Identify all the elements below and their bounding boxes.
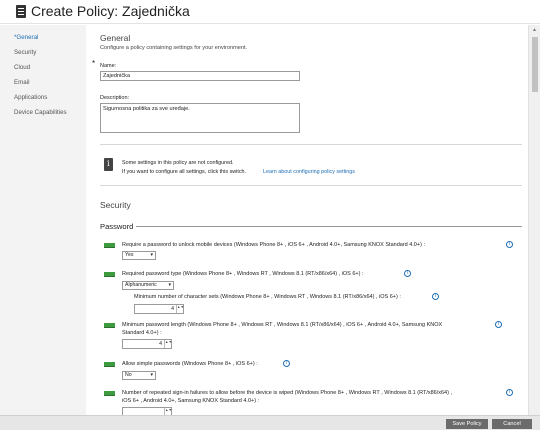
- name-label: Name:: [100, 63, 117, 69]
- chevron-down-icon: ▾: [150, 252, 153, 258]
- divider: [100, 185, 522, 186]
- policy-document-icon: [16, 5, 26, 18]
- title-bar: Create Policy: Zajednička: [0, 0, 540, 24]
- failed-signins-label: Number of repeated sign-in failures to a…: [122, 390, 453, 396]
- password-type-toggle[interactable]: [104, 272, 115, 277]
- help-icon[interactable]: i: [283, 360, 290, 367]
- general-subheading: Configure a policy containing settings f…: [100, 45, 248, 51]
- spin-arrows-icon[interactable]: ▲▼: [164, 340, 172, 348]
- page-title: Create Policy: Zajednička: [31, 3, 190, 19]
- general-heading: General: [100, 33, 131, 43]
- footer: Save Policy Cancel: [0, 415, 540, 430]
- chevron-down-icon: ▾: [168, 282, 171, 288]
- failed-signins-label-cont: iOS 6+ , Android 4.0+, Samsung KNOX Stan…: [122, 398, 260, 404]
- help-icon[interactable]: i: [404, 270, 411, 277]
- description-field[interactable]: Sigurnosna politika za sve uređaje.: [100, 103, 300, 133]
- spin-arrows-icon[interactable]: ▲▼: [164, 408, 172, 415]
- sidebar-item-applications[interactable]: Applications: [14, 94, 47, 101]
- sidebar-item-email[interactable]: Email: [14, 79, 29, 86]
- name-field[interactable]: Zajednička: [100, 71, 300, 81]
- scroll-thumb[interactable]: [532, 37, 538, 92]
- security-heading: Security: [100, 200, 131, 210]
- password-type-label: Required password type (Windows Phone 8+…: [122, 271, 364, 277]
- save-policy-button[interactable]: Save Policy: [446, 419, 488, 429]
- help-icon[interactable]: i: [506, 241, 513, 248]
- required-marker: *: [92, 59, 96, 68]
- simple-passwords-value: No: [125, 372, 132, 378]
- failed-signins-toggle[interactable]: [104, 391, 115, 396]
- sidebar-item-security[interactable]: Security: [14, 49, 36, 56]
- help-icon[interactable]: i: [432, 293, 439, 300]
- divider: [100, 144, 522, 145]
- character-sets-stepper[interactable]: 4 ▲▼: [134, 304, 184, 314]
- password-type-select[interactable]: Alphanumeric ▾: [122, 281, 174, 290]
- notice-line-2: If you want to configure all settings, c…: [122, 169, 247, 175]
- password-divider: [136, 226, 522, 227]
- min-length-label-cont: Standard 4.0+) :: [122, 330, 162, 336]
- require-password-toggle[interactable]: [104, 243, 115, 248]
- cancel-button[interactable]: Cancel: [492, 419, 532, 429]
- help-icon[interactable]: i: [495, 321, 502, 328]
- simple-passwords-toggle[interactable]: [104, 362, 115, 367]
- sidebar-item-general[interactable]: *General: [14, 34, 38, 41]
- scroll-up-icon[interactable]: ▲: [532, 27, 537, 33]
- simple-passwords-select[interactable]: No ▾: [122, 371, 156, 380]
- help-icon[interactable]: i: [506, 389, 513, 396]
- require-password-value: Yes: [125, 252, 134, 258]
- password-type-value: Alphanumeric: [125, 282, 157, 288]
- min-length-stepper[interactable]: 4 ▲▼: [122, 339, 172, 349]
- description-label: Description:: [100, 95, 130, 101]
- require-password-label: Require a password to unlock mobile devi…: [122, 242, 425, 248]
- vertical-scrollbar[interactable]: ▲: [528, 25, 540, 415]
- spin-arrows-icon[interactable]: ▲▼: [176, 305, 184, 313]
- simple-passwords-label: Allow simple passwords (Windows Phone 8+…: [122, 361, 258, 367]
- info-icon: [104, 158, 113, 171]
- failed-signins-stepper[interactable]: ▲▼: [122, 407, 172, 415]
- sidebar-item-cloud[interactable]: Cloud: [14, 64, 30, 71]
- password-heading: Password: [100, 222, 134, 231]
- learn-more-link[interactable]: Learn about configuring policy settings: [263, 169, 355, 175]
- character-sets-label: Minimum number of character sets (Window…: [134, 294, 401, 300]
- main-content: General Configure a policy containing se…: [86, 25, 528, 415]
- sidebar: *General Security Cloud Email Applicatio…: [0, 25, 86, 415]
- chevron-down-icon: ▾: [150, 372, 153, 378]
- character-sets-value: 4: [171, 306, 174, 312]
- notice-line-1: Some settings in this policy are not con…: [122, 160, 234, 166]
- require-password-select[interactable]: Yes ▾: [122, 251, 156, 260]
- min-length-label: Minimum password length (Windows Phone 8…: [122, 322, 443, 328]
- min-length-value: 4: [159, 341, 162, 347]
- min-length-toggle[interactable]: [104, 323, 115, 328]
- sidebar-item-device-capabilities[interactable]: Device Capabilities: [14, 109, 67, 116]
